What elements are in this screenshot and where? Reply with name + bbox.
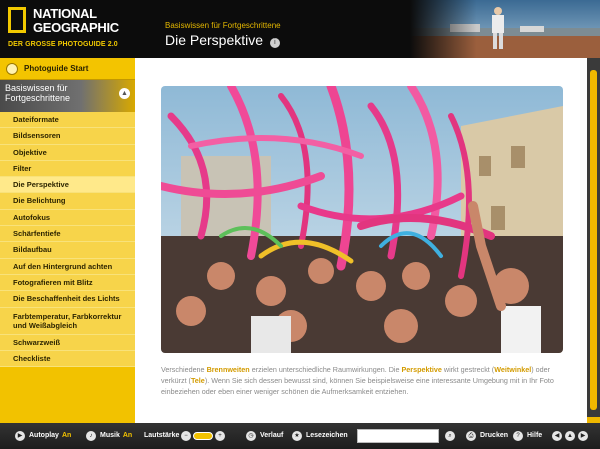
autoplay-toggle[interactable]: Autoplay An [29, 432, 71, 439]
home-icon [6, 63, 18, 75]
sidebar-item-blitz[interactable]: Fotografieren mit Blitz [0, 274, 135, 292]
sidebar-section-header[interactable]: Basiswissen für Fortgeschrittene ▲ [0, 80, 135, 112]
logo-line2: GEOGRAPHIC [33, 20, 119, 35]
scrollbar-thumb[interactable] [590, 70, 597, 410]
print-button[interactable]: Drucken [480, 432, 508, 439]
bookmarks-button[interactable]: Lesezeichen [306, 432, 348, 439]
bookmark-icon[interactable]: ★ [292, 431, 302, 441]
caption-text-3: wirkt gestreckt ( [441, 365, 495, 374]
volume-down-icon[interactable]: − [181, 431, 191, 441]
header-banner-image [410, 0, 600, 58]
volume-slider[interactable] [193, 432, 213, 440]
photoguide-start-link[interactable]: Photoguide Start [0, 58, 135, 80]
caption-text-1: Verschiedene [161, 365, 207, 374]
caption-link-tele[interactable]: Tele [191, 376, 205, 385]
sidebar-item-bildaufbau[interactable]: Bildaufbau [0, 242, 135, 259]
logo-subtitle: DER GROSSE PHOTOGUIDE 2.0 [8, 41, 118, 48]
history-icon[interactable]: ◷ [246, 431, 256, 441]
next-icon[interactable]: ▶ [578, 431, 588, 441]
sidebar-item-hintergrund[interactable]: Auf den Hintergrund achten [0, 258, 135, 275]
help-icon[interactable]: ? [513, 431, 523, 441]
volume-up-icon[interactable]: + [215, 431, 225, 441]
footer-toolbar: ▶ Autoplay An ♪ Musik An Lautstärke − + ◷ … [0, 423, 600, 449]
up-icon[interactable]: ▲ [565, 431, 575, 441]
sidebar-item-bildsensoren[interactable]: Bildsensoren [0, 128, 135, 145]
autoplay-state: An [61, 432, 72, 439]
sidebar-item-autofokus[interactable]: Autofokus [0, 209, 135, 227]
caption-text-2: erzielen unterschiedliche Raumwirkungen.… [249, 365, 402, 374]
sidebar-item-schwarzweiss[interactable]: Schwarzweiß [0, 334, 135, 351]
collapse-icon[interactable]: ▲ [119, 88, 130, 99]
autoplay-icon[interactable]: ▶ [15, 431, 25, 441]
streamer-photo [161, 86, 563, 353]
sidebar-item-schaerfentiefe[interactable]: Schärfentiefe [0, 226, 135, 243]
sidebar-menu: Dateiformate Bildsensoren Objektive Filt… [0, 112, 135, 368]
autoplay-label: Autoplay [29, 432, 59, 439]
caption-link-perspektive[interactable]: Perspektive [402, 365, 442, 374]
caption-link-brennweiten[interactable]: Brennweiten [207, 365, 250, 374]
volume-label: Lautstärke [144, 432, 180, 439]
music-label: Musik [100, 432, 120, 439]
music-state: An [122, 432, 133, 439]
page-title: Die Perspektive i [165, 32, 280, 48]
photoguide-start-label: Photoguide Start [24, 64, 89, 73]
sidebar-item-filter[interactable]: Filter [0, 160, 135, 178]
sidebar-item-dateiformate[interactable]: Dateiformate [0, 112, 135, 129]
caption-link-weitwinkel[interactable]: Weitwinkel [494, 365, 531, 374]
app-header: NATIONAL GEOGRAPHIC DER GROSSE PHOTOGUID… [0, 0, 600, 58]
history-button[interactable]: Verlauf [260, 432, 283, 439]
search-input[interactable] [357, 429, 439, 443]
sidebar-item-farbtemperatur[interactable]: Farbtemperatur, Farbkorrektur und Weißab… [0, 307, 135, 335]
search-icon[interactable]: ⌕ [445, 431, 455, 441]
sidebar-item-perspektive[interactable]: Die Perspektive [0, 177, 135, 194]
sidebar-section-label: Basiswissen für Fortgeschrittene [5, 83, 71, 103]
sidebar-item-licht[interactable]: Die Beschaffenheit des Lichts [0, 291, 135, 308]
music-icon[interactable]: ♪ [86, 431, 96, 441]
content-scrollbar[interactable] [587, 58, 600, 423]
sidebar: Photoguide Start Basiswissen für Fortges… [0, 58, 135, 423]
music-toggle[interactable]: Musik An [100, 432, 132, 439]
print-icon[interactable]: ⎙ [466, 431, 476, 441]
chapter-title: Basiswissen für Fortgeschrittene [165, 21, 281, 30]
sidebar-item-objektive[interactable]: Objektive [0, 144, 135, 161]
logo-line1: NATIONAL [33, 6, 97, 21]
page-title-text: Die Perspektive [165, 32, 264, 48]
info-icon[interactable]: i [269, 38, 280, 48]
sidebar-item-belichtung[interactable]: Die Belichtung [0, 193, 135, 210]
caption-text-5: ). Wenn Sie sich dessen bewusst sind, kö… [161, 376, 554, 396]
help-button[interactable]: Hilfe [527, 432, 542, 439]
photo-caption: Verschiedene Brennweiten erzielen unters… [161, 364, 561, 397]
main-content: Verschiedene Brennweiten erzielen unters… [135, 58, 587, 423]
nat-geo-logo-icon [8, 7, 26, 33]
previous-icon[interactable]: ◀ [552, 431, 562, 441]
sidebar-item-checkliste[interactable]: Checkliste [0, 350, 135, 368]
